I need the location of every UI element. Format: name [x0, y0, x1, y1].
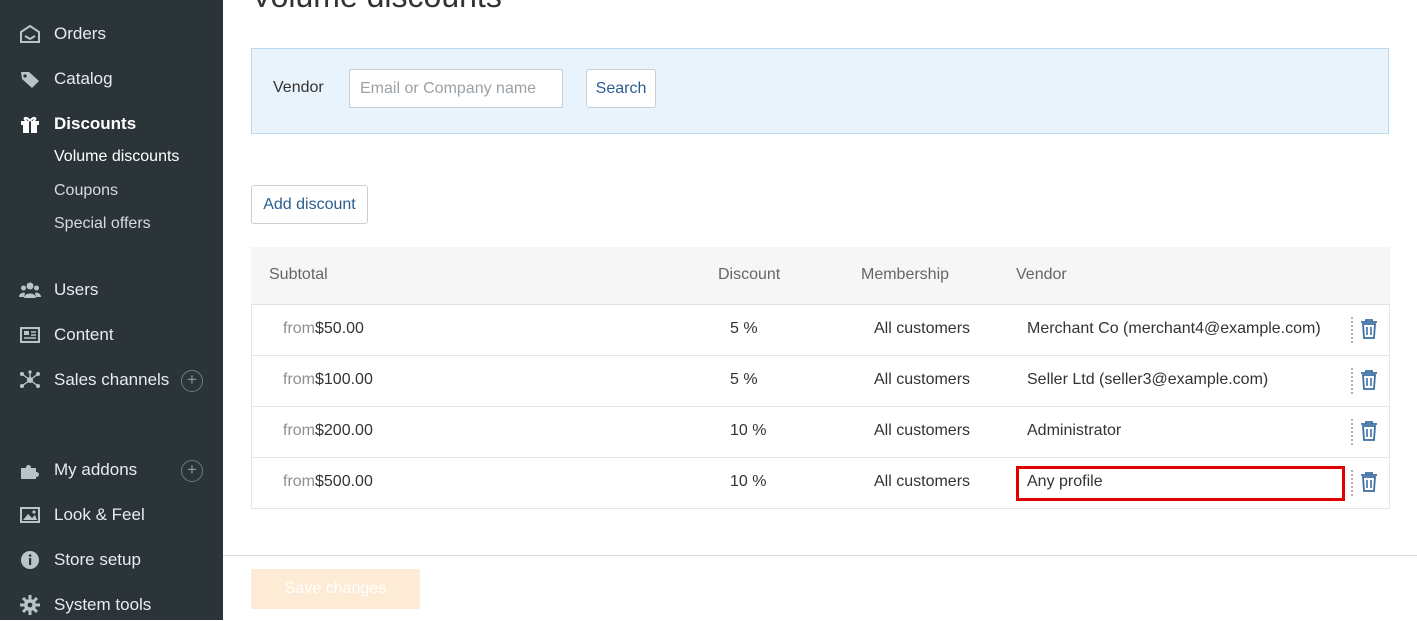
sidebar-item-my-addons[interactable]: My addons +: [0, 454, 223, 486]
table-row: from$200.00 10 % All customers Administr…: [251, 407, 1390, 458]
sidebar-subitem-special-offers[interactable]: Special offers: [54, 215, 151, 233]
discount-cell[interactable]: 10 %: [730, 473, 766, 491]
network-icon: [19, 370, 41, 390]
vendor-cell[interactable]: Seller Ltd (seller3@example.com): [1027, 371, 1268, 389]
delete-icon[interactable]: [1360, 421, 1378, 441]
info-icon: [19, 550, 41, 570]
add-sales-channel-icon[interactable]: +: [181, 370, 203, 392]
sidebar-item-label: Discounts: [54, 114, 137, 133]
row-handle: [1351, 419, 1353, 445]
sidebar-item-label: Sales channels: [54, 370, 170, 389]
sidebar-item-label: Users: [54, 280, 99, 299]
subtotal-value: $200.00: [315, 422, 373, 439]
table-header: Subtotal Discount Membership Vendor: [251, 247, 1390, 305]
sidebar-item-label: Content: [54, 325, 114, 344]
subtotal-cell[interactable]: from$100.00: [283, 371, 373, 389]
sidebar-item-label: System tools: [54, 595, 152, 614]
row-handle: [1351, 317, 1353, 343]
sidebar-subitem-volume-discounts[interactable]: Volume discounts: [54, 148, 179, 166]
vendor-cell[interactable]: Any profile: [1027, 473, 1103, 491]
delete-icon[interactable]: [1360, 370, 1378, 390]
gear-icon: [19, 595, 41, 615]
content-icon: [19, 325, 41, 345]
users-icon: [19, 280, 41, 300]
discounts-table: Subtotal Discount Membership Vendor from…: [251, 247, 1390, 509]
vendor-cell[interactable]: Merchant Co (merchant4@example.com): [1027, 320, 1321, 338]
discount-cell[interactable]: 5 %: [730, 320, 758, 338]
vendor-filter-label: Vendor: [273, 79, 324, 96]
sidebar-item-look-feel[interactable]: Look & Feel: [0, 499, 223, 531]
table-row: from$500.00 10 % All customers Any profi…: [251, 458, 1390, 509]
row-handle: [1351, 470, 1353, 496]
membership-cell[interactable]: All customers: [874, 371, 970, 389]
save-changes-button[interactable]: Save changes: [251, 569, 420, 609]
vendor-cell[interactable]: Administrator: [1027, 422, 1121, 440]
sidebar-item-label: My addons: [54, 460, 138, 479]
search-button[interactable]: Search: [586, 69, 656, 108]
subtotal-value: $50.00: [315, 320, 364, 337]
footer-divider: [223, 555, 1417, 556]
sidebar-item-discounts[interactable]: Discounts: [0, 108, 223, 140]
sidebar-item-label: Catalog: [54, 69, 113, 88]
subtotal-cell[interactable]: from$500.00: [283, 473, 373, 491]
sidebar: Orders Catalog Discounts Volume discount…: [0, 0, 223, 620]
header-membership: Membership: [861, 266, 950, 283]
sidebar-item-orders[interactable]: Orders: [0, 18, 223, 50]
sidebar-item-sales-channels[interactable]: Sales channels +: [0, 364, 223, 396]
from-prefix: from: [283, 371, 315, 388]
sidebar-item-label: Orders: [54, 24, 106, 43]
tag-icon: [19, 69, 41, 89]
header-vendor: Vendor: [1016, 266, 1067, 283]
discount-cell[interactable]: 5 %: [730, 371, 758, 389]
from-prefix: from: [283, 422, 315, 439]
add-discount-button[interactable]: Add discount: [251, 185, 368, 224]
vendor-search-panel: Vendor Search: [251, 48, 1389, 134]
sidebar-item-label: Store setup: [54, 550, 141, 569]
delete-icon[interactable]: [1360, 472, 1378, 492]
subtotal-value: $500.00: [315, 473, 373, 490]
membership-cell[interactable]: All customers: [874, 422, 970, 440]
row-handle: [1351, 368, 1353, 394]
vendor-search-input[interactable]: [349, 69, 563, 108]
puzzle-icon: [19, 460, 41, 480]
header-subtotal: Subtotal: [269, 266, 328, 283]
table-row: from$50.00 5 % All customers Merchant Co…: [251, 305, 1390, 356]
subtotal-value: $100.00: [315, 371, 373, 388]
membership-cell[interactable]: All customers: [874, 320, 970, 338]
add-addon-icon[interactable]: +: [181, 460, 203, 482]
discount-cell[interactable]: 10 %: [730, 422, 766, 440]
sidebar-item-system-tools[interactable]: System tools: [0, 589, 223, 621]
subtotal-cell[interactable]: from$200.00: [283, 422, 373, 440]
orders-icon: [19, 24, 41, 44]
from-prefix: from: [283, 473, 315, 490]
header-discount: Discount: [718, 266, 781, 283]
sidebar-item-catalog[interactable]: Catalog: [0, 63, 223, 95]
membership-cell[interactable]: All customers: [874, 473, 970, 491]
sidebar-item-users[interactable]: Users: [0, 274, 223, 306]
image-icon: [19, 505, 41, 525]
sidebar-item-store-setup[interactable]: Store setup: [0, 544, 223, 576]
sidebar-item-label: Look & Feel: [54, 505, 145, 524]
page-title: Volume discounts: [251, 0, 502, 15]
delete-icon[interactable]: [1360, 319, 1378, 339]
main-content: Volume discounts Vendor Search Add disco…: [223, 0, 1417, 620]
table-row: from$100.00 5 % All customers Seller Ltd…: [251, 356, 1390, 407]
sidebar-item-content[interactable]: Content: [0, 319, 223, 351]
from-prefix: from: [283, 320, 315, 337]
subtotal-cell[interactable]: from$50.00: [283, 320, 364, 338]
sidebar-subitem-coupons[interactable]: Coupons: [54, 182, 118, 200]
gift-icon: [19, 114, 41, 134]
